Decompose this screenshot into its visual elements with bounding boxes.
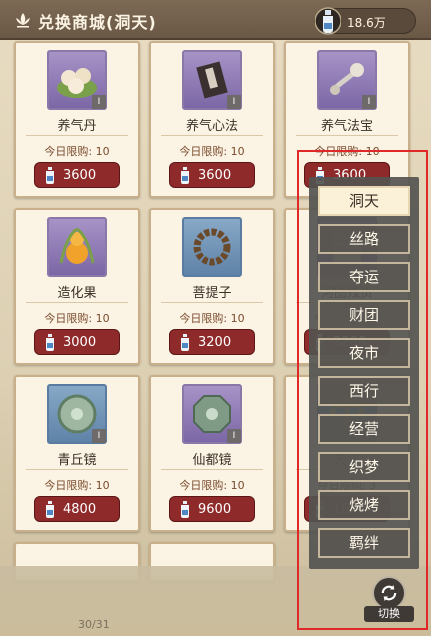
purchase-limit: 今日限购: 10 <box>179 479 245 492</box>
price-value: 3600 <box>63 168 97 183</box>
price-value: 3000 <box>63 335 97 350</box>
menu-item-8[interactable]: 织梦 <box>318 452 410 482</box>
bottle-icon <box>46 167 54 184</box>
item-card[interactable]: I 养气心法今日限购: 10 3600 <box>149 41 275 198</box>
item-card[interactable]: I 仙都镜今日限购: 10 9600 <box>149 375 275 532</box>
bottle-icon <box>46 334 54 351</box>
purchase-limit: 今日限购: 10 <box>179 145 245 158</box>
divider <box>161 302 263 303</box>
lotus-icon <box>16 13 30 28</box>
divider <box>26 302 128 303</box>
item-name: 养气丹 <box>57 119 97 134</box>
divider <box>161 135 263 136</box>
beads-icon <box>182 217 242 277</box>
purchase-limit: 今日限购: 10 <box>179 312 245 325</box>
switch-button[interactable]: 切换 <box>364 576 414 622</box>
menu-item-6[interactable]: 西行 <box>318 376 410 406</box>
item-level-badge: I <box>92 95 106 109</box>
octagon-mirror-icon: I <box>182 384 242 444</box>
mirror-icon: I <box>47 384 107 444</box>
divider <box>26 135 128 136</box>
currency-value: 18.6万 <box>347 16 386 30</box>
item-name: 养气法宝 <box>320 119 373 134</box>
buy-button[interactable]: 9600 <box>169 496 255 522</box>
ruyi-icon: I <box>317 50 377 110</box>
buy-button[interactable]: 3200 <box>169 329 255 355</box>
item-name: 青丘镜 <box>57 453 97 468</box>
price-value: 9600 <box>198 502 232 517</box>
purchase-limit: 今日限购: 10 <box>44 145 110 158</box>
menu-item-7[interactable]: 经营 <box>318 414 410 444</box>
bottle-icon <box>315 7 341 35</box>
book-icon: I <box>182 50 242 110</box>
divider <box>161 469 263 470</box>
purchase-limit: 今日限购: 10 <box>44 479 110 492</box>
item-level-badge: I <box>362 95 376 109</box>
item-level-badge: I <box>227 95 241 109</box>
price-value: 3600 <box>198 168 232 183</box>
switch-label: 切换 <box>364 606 414 622</box>
price-value: 3200 <box>198 335 232 350</box>
price-value: 4800 <box>63 502 97 517</box>
pill-icon: I <box>47 50 107 110</box>
divider <box>296 135 398 136</box>
item-card[interactable]: 菩提子今日限购: 10 3200 <box>149 208 275 365</box>
item-card[interactable]: I 青丘镜今日限购: 10 4800 <box>14 375 140 532</box>
menu-item-10[interactable]: 羁绊 <box>318 528 410 558</box>
item-name: 菩提子 <box>192 286 232 301</box>
top-header: 兑换商城(洞天) 18.6万 <box>0 0 431 40</box>
gourd-icon <box>47 217 107 277</box>
item-card[interactable]: 造化果今日限购: 10 3000 <box>14 208 140 365</box>
item-name: 养气心法 <box>185 119 238 134</box>
item-name: 造化果 <box>57 286 97 301</box>
menu-item-5[interactable]: 夜市 <box>318 338 410 368</box>
buy-button[interactable]: 3600 <box>34 162 120 188</box>
item-level-badge: I <box>92 429 106 443</box>
bottle-icon <box>181 501 189 518</box>
bottle-icon <box>181 167 189 184</box>
page-title: 兑换商城(洞天) <box>38 13 157 32</box>
bottle-icon <box>181 334 189 351</box>
currency-display: 18.6万 <box>315 7 416 35</box>
bottle-icon <box>46 501 54 518</box>
menu-item-4[interactable]: 财团 <box>318 300 410 330</box>
item-card[interactable]: I 养气丹今日限购: 10 3600 <box>14 41 140 198</box>
shop-category-menu: 洞天丝路夺运财团夜市西行经营织梦烧烤羁绊 <box>309 177 419 569</box>
page-indicator: 30/31 <box>78 618 110 631</box>
buy-button[interactable]: 4800 <box>34 496 120 522</box>
menu-item-3[interactable]: 夺运 <box>318 262 410 292</box>
item-name: 仙都镜 <box>192 453 232 468</box>
menu-item-9[interactable]: 烧烤 <box>318 490 410 520</box>
divider <box>26 469 128 470</box>
buy-button[interactable]: 3000 <box>34 329 120 355</box>
item-level-badge: I <box>227 429 241 443</box>
buy-button[interactable]: 3600 <box>169 162 255 188</box>
purchase-limit: 今日限购: 10 <box>44 312 110 325</box>
menu-item-1[interactable]: 洞天 <box>318 186 410 216</box>
menu-item-2[interactable]: 丝路 <box>318 224 410 254</box>
refresh-icon <box>372 576 406 610</box>
